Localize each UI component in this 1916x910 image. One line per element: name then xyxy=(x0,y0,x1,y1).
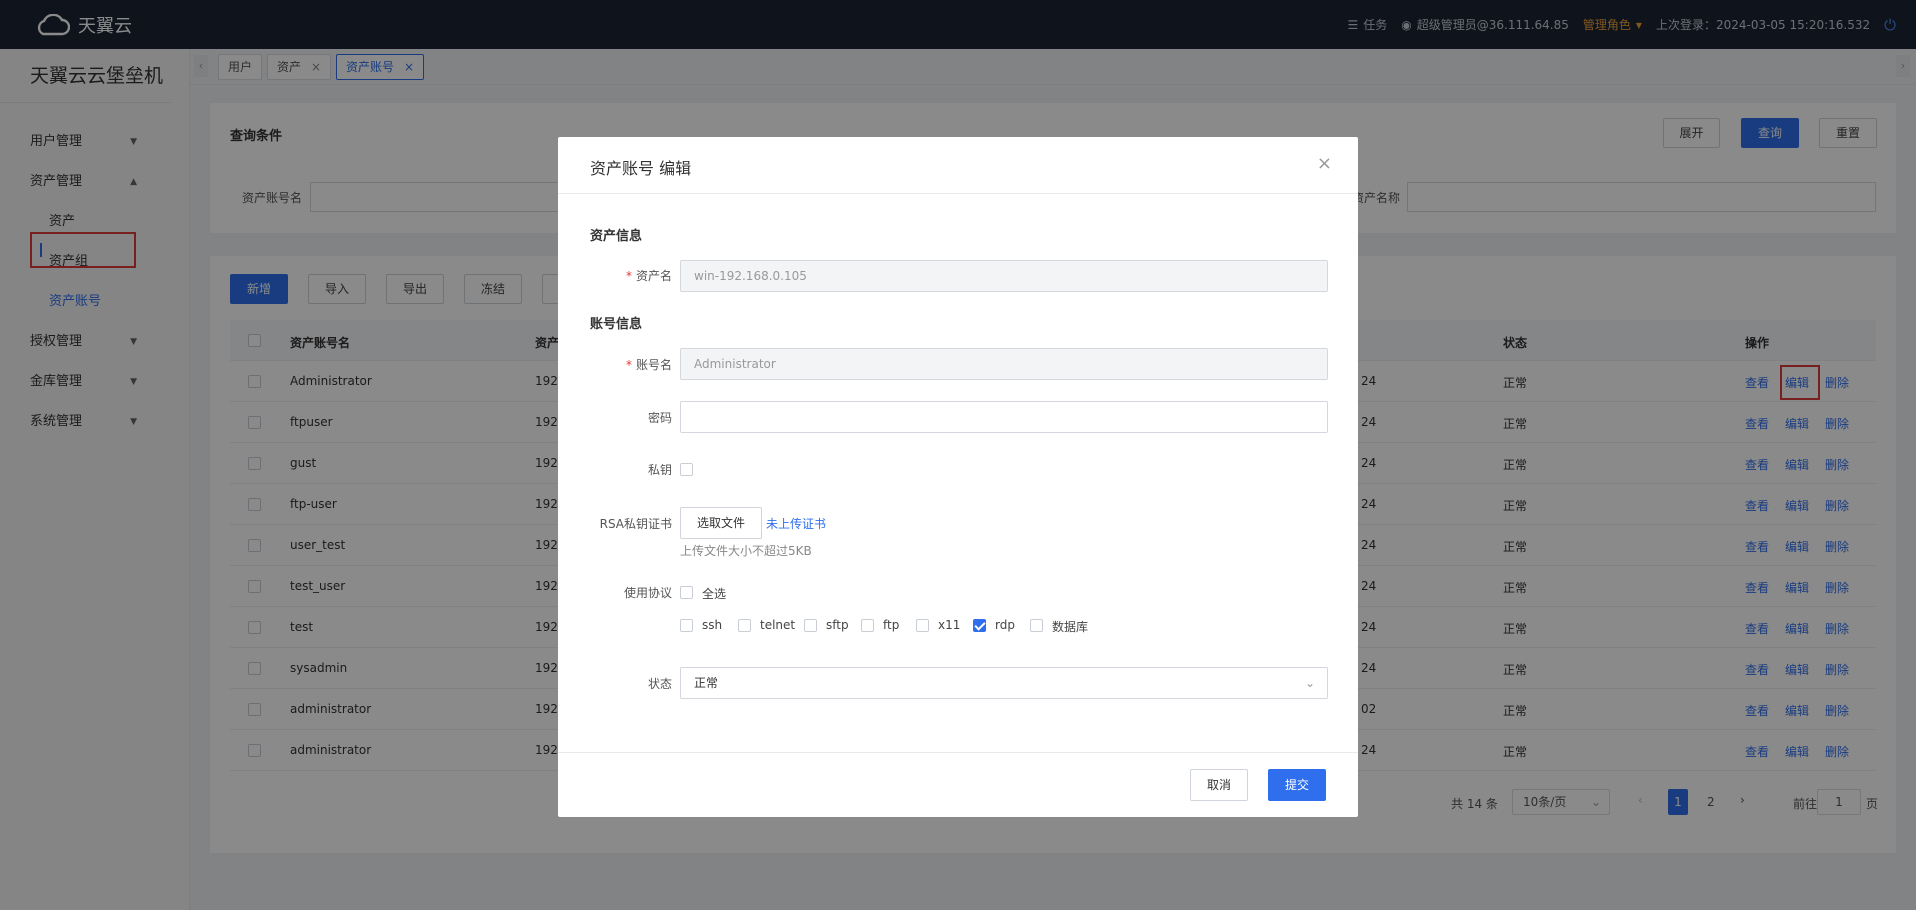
asset-info-section: 资产信息 xyxy=(590,229,643,244)
account-name-label: * 账号名 xyxy=(625,358,672,372)
protocol-checkbox[interactable] xyxy=(680,619,693,632)
protocol-checkbox[interactable] xyxy=(738,619,751,632)
protocol-label: sftp xyxy=(826,618,849,632)
select-all-protocols-checkbox[interactable] xyxy=(680,586,693,599)
not-uploaded-link[interactable]: 未上传证书 xyxy=(766,515,826,532)
status-value: 正常 xyxy=(694,676,719,690)
asset-name-label: * 资产名 xyxy=(625,269,672,283)
password-label: 密码 xyxy=(647,411,672,425)
close-icon[interactable]: × xyxy=(1317,153,1332,174)
cancel-button[interactable]: 取消 xyxy=(1190,769,1248,801)
private-key-checkbox[interactable] xyxy=(680,463,693,476)
account-info-section: 账号信息 xyxy=(590,317,643,332)
protocol-checkbox[interactable] xyxy=(973,619,986,632)
chevron-down-icon: ⌄ xyxy=(1304,676,1315,690)
protocol-checkbox[interactable] xyxy=(804,619,817,632)
protocol-label: ssh xyxy=(702,618,723,632)
edit-dialog: 资产账号 编辑 × 资产信息 * 资产名 win-192.168.0.105 账号… xyxy=(558,137,1358,817)
protocol-label: x11 xyxy=(938,618,961,632)
status-select[interactable]: 正常 ⌄ xyxy=(680,667,1328,699)
protocol-label: ftp xyxy=(883,618,900,632)
protocol-label: telnet xyxy=(760,618,796,632)
select-all-label: 全选 xyxy=(702,587,727,601)
upload-hint: 上传文件大小不超过5KB xyxy=(680,544,812,558)
dialog-title: 资产账号 编辑 xyxy=(590,159,692,178)
protocol-label: 使用协议 xyxy=(623,586,672,600)
password-field[interactable] xyxy=(680,401,1328,433)
asset-name-field[interactable]: win-192.168.0.105 xyxy=(680,260,1328,292)
protocol-checkbox[interactable] xyxy=(1030,619,1043,632)
protocol-label: rdp xyxy=(995,618,1015,632)
protocol-checkbox[interactable] xyxy=(861,619,874,632)
private-key-label: 私钥 xyxy=(647,463,672,477)
protocol-label: 数据库 xyxy=(1052,620,1089,634)
submit-button[interactable]: 提交 xyxy=(1268,769,1326,801)
status-label: 状态 xyxy=(647,677,672,691)
rsa-label: RSA私钥证书 xyxy=(599,517,672,531)
protocol-checkbox[interactable] xyxy=(916,619,929,632)
choose-file-button[interactable]: 选取文件 xyxy=(680,507,762,539)
account-name-field[interactable]: Administrator xyxy=(680,348,1328,380)
